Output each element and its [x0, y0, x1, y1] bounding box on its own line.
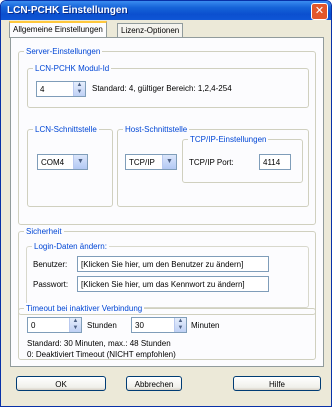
server-settings-group: Server-Einstellungen LCN-PCHK Modul-Id 4… — [18, 46, 316, 225]
password-value: [Klicken Sie hier, um das Kennwort zu än… — [81, 280, 245, 289]
user-field[interactable]: [Klicken Sie hier, um den Benutzer zu än… — [77, 256, 269, 272]
help-label: Hilfe — [268, 380, 285, 389]
help-button[interactable]: Hilfe — [233, 376, 321, 391]
password-field[interactable]: [Klicken Sie hier, um das Kennwort zu än… — [77, 276, 269, 292]
host-interface-group: Host-Schnittstelle TCP/IP ▼ TCP/IP-Einst… — [117, 124, 309, 207]
tcpip-port-label: TCP/IP Port: — [189, 158, 234, 167]
hours-value: 0 — [31, 321, 36, 330]
modul-id-value: 4 — [40, 85, 45, 94]
spin-arrows-icon[interactable]: ▲ ▼ — [174, 318, 186, 332]
login-data-group: Login-Daten ändern: Benutzer: [Klicken S… — [26, 241, 309, 308]
timeout-group: Timeout bei inaktiver Verbindung 0 ▲ ▼ St… — [18, 303, 316, 360]
lcn-interface-legend: LCN-Schnittstelle — [33, 124, 99, 135]
chevron-down-icon[interactable]: ▼ — [162, 155, 176, 169]
spin-arrows-icon[interactable]: ▲ ▼ — [69, 318, 81, 332]
settings-dialog: LCN-PCHK Einstellungen ✕ Allgemeine Eins… — [0, 0, 332, 407]
cancel-label: Abbrechen — [134, 380, 174, 389]
tab-allgemeine-einstellungen[interactable]: Allgemeine Einstellungen — [9, 21, 107, 38]
title-bar[interactable]: LCN-PCHK Einstellungen ✕ — [1, 1, 331, 20]
window-title: LCN-PCHK Einstellungen — [7, 5, 128, 16]
dialog-body: Allgemeine Einstellungen Lizenz-Optionen… — [4, 20, 328, 403]
modul-id-group: LCN-PCHK Modul-Id 4 ▲ ▼ Standard: 4, gült… — [27, 63, 309, 108]
lcn-interface-select[interactable]: COM4 ▼ — [37, 154, 88, 170]
lcn-interface-value: COM4 — [41, 158, 65, 167]
security-legend: Sicherheit — [24, 226, 64, 237]
hours-label: Stunden — [87, 321, 117, 330]
lcn-interface-group: LCN-Schnittstelle COM4 ▼ — [27, 124, 113, 207]
tcpip-settings-group: TCP/IP-Einstellungen TCP/IP Port: 4114 — [182, 134, 303, 183]
ok-button[interactable]: OK — [16, 376, 106, 391]
host-interface-select[interactable]: TCP/IP ▼ — [125, 154, 177, 170]
server-settings-legend: Server-Einstellungen — [24, 46, 103, 57]
spin-arrows-icon[interactable]: ▲ ▼ — [73, 82, 85, 96]
tab-lizenz-optionen[interactable]: Lizenz-Optionen — [117, 23, 184, 38]
tab-label: Allgemeine Einstellungen — [13, 25, 103, 34]
tab-panel: Server-Einstellungen LCN-PCHK Modul-Id 4… — [10, 37, 324, 367]
tcpip-port-input[interactable]: 4114 — [259, 154, 291, 170]
modul-id-hint: Standard: 4, gültiger Bereich: 1,2,4-254 — [92, 84, 232, 93]
modul-id-spinner[interactable]: 4 ▲ ▼ — [36, 81, 86, 97]
close-icon: ✕ — [314, 4, 325, 17]
modul-id-legend: LCN-PCHK Modul-Id — [33, 63, 112, 74]
minutes-label: Minuten — [191, 321, 220, 330]
timeout-legend: Timeout bei inaktiver Verbindung — [24, 303, 145, 314]
minutes-spinner[interactable]: 30 ▲ ▼ — [131, 317, 187, 333]
close-button[interactable]: ✕ — [311, 3, 328, 20]
ok-label: OK — [55, 380, 67, 389]
chevron-down-icon[interactable]: ▼ — [73, 155, 87, 169]
user-label: Benutzer: — [33, 260, 68, 269]
login-data-legend: Login-Daten ändern: — [32, 241, 109, 252]
hours-spinner[interactable]: 0 ▲ ▼ — [27, 317, 82, 333]
password-label: Passwort: — [33, 280, 69, 289]
timeout-info-disable: 0: Deaktiviert Timeout (NICHT empfohlen) — [27, 350, 176, 359]
host-interface-value: TCP/IP — [129, 158, 155, 167]
tab-label: Lizenz-Optionen — [121, 26, 180, 35]
tcpip-settings-legend: TCP/IP-Einstellungen — [188, 134, 269, 145]
cancel-button[interactable]: Abbrechen — [126, 376, 182, 391]
user-value: [Klicken Sie hier, um den Benutzer zu än… — [81, 260, 244, 269]
host-interface-legend: Host-Schnittstelle — [123, 124, 190, 135]
timeout-info-default: Standard: 30 Minuten, max.: 48 Stunden — [27, 339, 171, 348]
minutes-value: 30 — [135, 321, 144, 330]
tcpip-port-value: 4114 — [263, 158, 281, 167]
